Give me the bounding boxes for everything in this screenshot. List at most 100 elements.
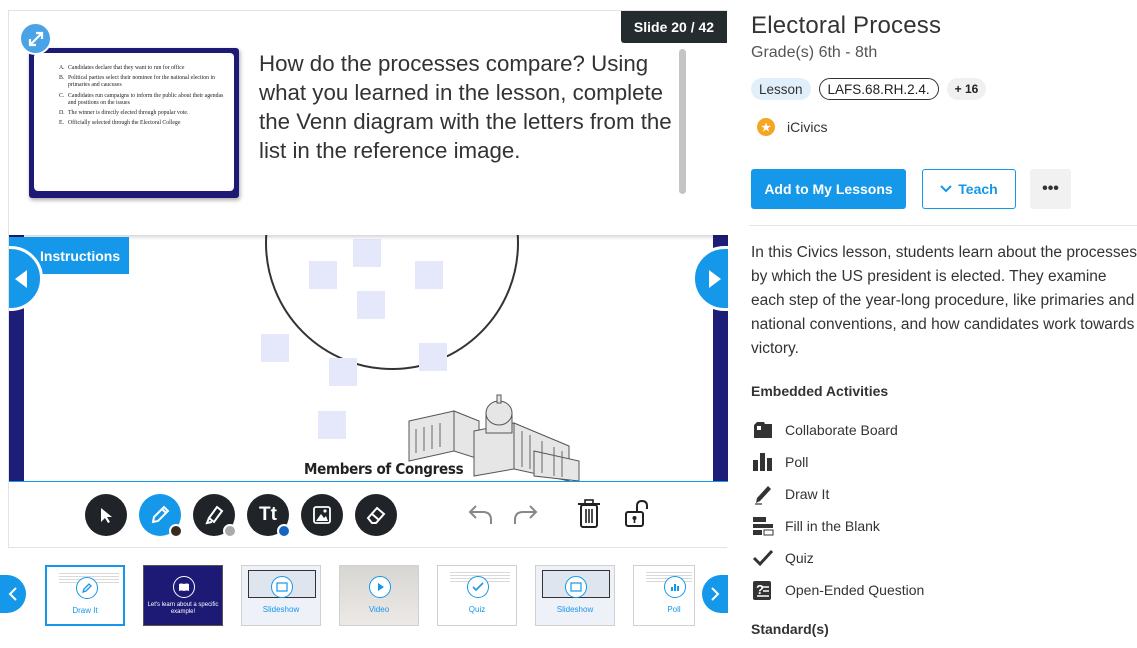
filmstrip-next-button[interactable] [702, 575, 728, 613]
activity-item: ? Open-Ended Question [751, 574, 924, 606]
highlighter-icon [205, 505, 224, 525]
thumb-draw-it[interactable]: Draw It [45, 565, 125, 626]
activity-item: Fill in the Blank [751, 510, 924, 542]
prompt-scrollbar[interactable] [679, 49, 686, 194]
slide-stage: Members of Congress A. Candidates declare… [9, 11, 728, 481]
svg-text:?: ? [756, 582, 764, 597]
thumb-book-icon [173, 576, 195, 598]
drop-box[interactable] [419, 343, 447, 371]
more-options-button[interactable]: ••• [1030, 169, 1071, 209]
activity-label: Quiz [785, 550, 814, 566]
chevron-left-icon [15, 269, 27, 288]
standard-tag[interactable]: LAFS.68.RH.2.4. [818, 78, 939, 100]
thumb-label: Video [368, 605, 390, 614]
cursor-icon [101, 508, 112, 523]
delete-button[interactable] [573, 498, 605, 530]
thumb-slideshow-icon [565, 576, 587, 598]
eraser-tool-button[interactable] [355, 494, 397, 536]
icivics-logo-icon: ★ [757, 118, 775, 136]
reference-item: D. The winner is directly elected through… [59, 110, 189, 117]
activities-heading: Embedded Activities [751, 383, 889, 399]
thumb-label: Poll [667, 605, 681, 614]
select-tool-button[interactable] [85, 494, 127, 536]
reference-item: A. Candidates declare that they want to r… [59, 65, 185, 71]
thumb-slideshow[interactable]: Slideshow [241, 565, 321, 626]
slide-filmstrip: Draw It Let's learn about a specific exa… [0, 560, 735, 635]
thumb-video[interactable]: Video [339, 565, 419, 626]
thumb-poll-icon [664, 576, 686, 598]
image-icon [313, 506, 331, 524]
thumb-pencil-icon [76, 577, 98, 599]
lock-button[interactable] [621, 498, 653, 530]
highlighter-tool-button[interactable] [193, 494, 237, 538]
grade-range: Grade(s) 6th - 8th [751, 44, 878, 61]
chevron-left-icon [8, 587, 17, 601]
drop-box[interactable] [329, 358, 357, 386]
drop-box[interactable] [309, 261, 337, 289]
text-color-swatch[interactable] [277, 524, 291, 538]
slide-viewer: Members of Congress A. Candidates declare… [8, 10, 728, 548]
trash-icon [578, 499, 600, 528]
image-tool-button[interactable] [301, 494, 343, 536]
chevron-right-icon [709, 269, 721, 288]
redo-icon [514, 505, 538, 524]
draw-color-swatch[interactable] [169, 524, 183, 538]
text-tool-button[interactable]: Tt [247, 494, 291, 538]
tag-list: Lesson LAFS.68.RH.2.4. + 16 [751, 78, 987, 100]
highlight-color-swatch[interactable] [223, 524, 237, 538]
eraser-icon [366, 506, 386, 524]
draw-tool-button[interactable] [139, 494, 183, 538]
more-tags-button[interactable]: + 16 [946, 78, 987, 100]
drop-box[interactable] [415, 261, 443, 289]
thumb-label: Draw It [72, 606, 98, 615]
thumb-play-icon [369, 576, 391, 598]
activity-label: Fill in the Blank [785, 518, 880, 534]
thumb-label: Slideshow [556, 605, 594, 614]
drop-box[interactable] [261, 334, 289, 362]
drop-box[interactable] [353, 239, 381, 267]
drawing-toolbar: Tt [9, 481, 728, 547]
divider [749, 225, 1137, 226]
expand-icon [28, 31, 43, 46]
reference-list: A. Candidates declare that they want to r… [34, 53, 234, 191]
thumb-slideshow-icon [271, 576, 293, 598]
drop-box[interactable] [318, 411, 346, 439]
reference-item: E. Officially selected through the Electo… [59, 120, 181, 127]
undo-button[interactable] [465, 498, 497, 530]
add-to-my-lessons-button[interactable]: Add to My Lessons [751, 169, 906, 209]
activity-item: Draw It [751, 478, 924, 510]
prompt-panel: A. Candidates declare that they want to r… [9, 11, 728, 235]
lesson-description: In this Civics lesson, students learn ab… [751, 244, 1137, 357]
activity-label: Draw It [785, 486, 830, 502]
thumb-label: Slideshow [262, 605, 300, 614]
teach-label: Teach [958, 181, 998, 197]
thumb-label: Quiz [468, 605, 486, 614]
prompt-text: How do the processes compare? Using what… [259, 51, 672, 163]
chevron-down-icon [940, 185, 952, 193]
thumb-label: Let's learn about a specific example! [147, 602, 219, 615]
slide-counter: Slide 20 / 42 [621, 11, 727, 43]
reference-image[interactable]: A. Candidates declare that they want to r… [29, 48, 239, 198]
thumb-slideshow[interactable]: Slideshow [535, 565, 615, 626]
teach-button[interactable]: Teach [922, 169, 1016, 209]
type-badge: Lesson [751, 78, 811, 100]
expand-button[interactable] [19, 22, 52, 55]
pencil-icon [151, 505, 170, 524]
thumb-poll[interactable]: Poll [633, 565, 695, 626]
provider[interactable]: ★ iCivics [757, 118, 827, 136]
undo-icon [468, 505, 492, 524]
drop-box[interactable] [357, 291, 385, 319]
thumb-quiz[interactable]: Quiz [437, 565, 517, 626]
reference-item: C. Candidates run campaigns to inform the… [59, 92, 224, 106]
lesson-details: Electoral Process Grade(s) 6th - 8th Les… [749, 0, 1137, 648]
activity-item: Poll [751, 446, 924, 478]
reference-item: B. Political parties select their nominee… [59, 75, 215, 89]
activity-label: Collaborate Board [785, 422, 898, 438]
open-question-icon: ? [751, 578, 775, 602]
redo-button[interactable] [509, 498, 541, 530]
thumb-example[interactable]: Let's learn about a specific example! [143, 565, 223, 626]
provider-name: iCivics [787, 119, 828, 135]
filmstrip-prev-button[interactable] [0, 575, 26, 613]
activity-list: Collaborate Board Poll Draw It Fill in t… [751, 414, 924, 606]
activity-item: Quiz [751, 542, 924, 574]
